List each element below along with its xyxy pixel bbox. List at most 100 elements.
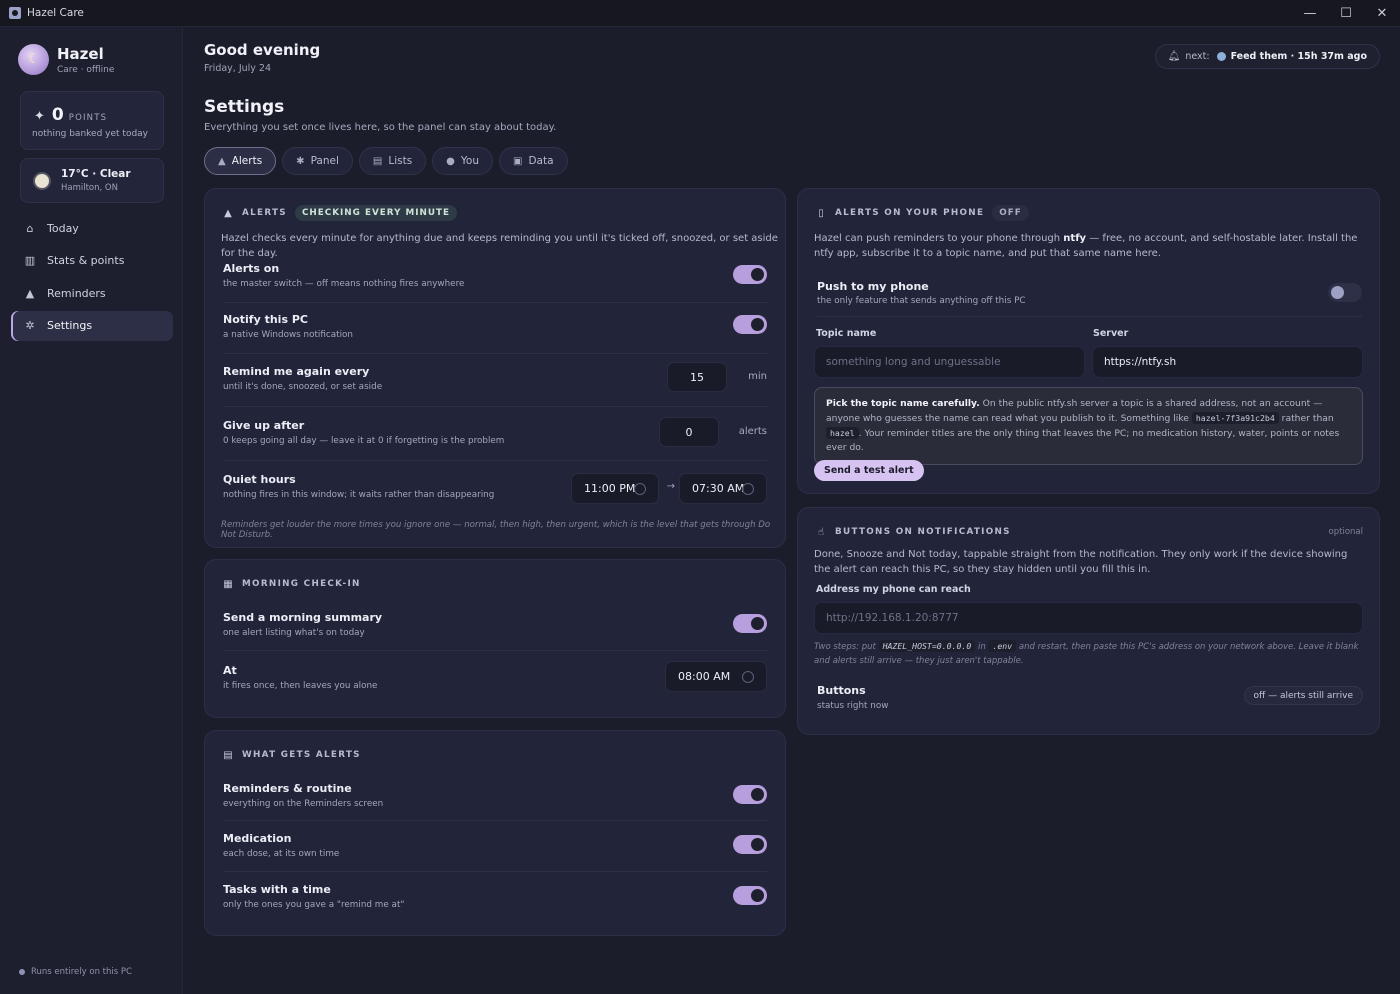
next-task: Feed them · 15h 37m ago — [1230, 51, 1367, 62]
tab-alerts[interactable]: ▲ Alerts — [204, 147, 277, 175]
quiet-start-input[interactable]: 11:00 PM — [571, 473, 659, 504]
send-test-alert-button[interactable]: Send a test alert — [814, 460, 924, 481]
setting-label: At — [223, 664, 237, 677]
setting-label: Medication — [223, 832, 292, 845]
window-controls: — ☐ ✕ — [1292, 0, 1400, 27]
setting-label: Remind me again every — [223, 365, 370, 378]
sidebar-item-label: Reminders — [47, 286, 106, 300]
notify-pc-toggle[interactable] — [733, 315, 767, 334]
hint-text: in — [975, 642, 989, 652]
setting-remind-interval: Remind me again every until it's done, s… — [223, 354, 767, 407]
setting-morning-summary: Send a morning summary one alert listing… — [223, 601, 767, 651]
weather-location: Hamilton, ON — [61, 183, 118, 193]
page-title: Settings — [204, 97, 285, 117]
tab-label: You — [460, 155, 480, 167]
points-label: POINTS — [68, 113, 108, 123]
list-icon: ▤ — [372, 155, 383, 167]
minimize-button[interactable]: — — [1292, 0, 1328, 27]
warning-text: rather than — [1278, 413, 1334, 424]
card-title: WHAT GETS ALERTS — [242, 750, 361, 760]
tab-panel[interactable]: ✱ Panel — [282, 147, 353, 175]
unit-label: alerts — [738, 426, 767, 437]
setting-medication: Medication each dose, at its own time — [223, 821, 767, 872]
points-value: 0 — [51, 105, 64, 125]
code-example: .env — [988, 640, 1017, 652]
settings-tabs: ▲ Alerts ✱ Panel ▤ Lists ● You ▣ Data — [204, 147, 574, 175]
chart-icon: ▥ — [24, 254, 36, 267]
unit-label: min — [748, 371, 767, 382]
buttons-status-label: Buttons — [817, 684, 866, 697]
setting-sub: a native Windows notification — [223, 330, 353, 340]
push-phone-toggle[interactable] — [1328, 283, 1362, 302]
reminders-routine-toggle[interactable] — [733, 785, 767, 804]
tab-label: Data — [528, 155, 554, 167]
status-badge: CHECKING EVERY MINUTE — [294, 205, 458, 221]
sidebar-item-stats[interactable]: ▥ Stats & points — [11, 246, 173, 276]
setting-sub: only the ones you gave a "remind me at" — [223, 900, 405, 910]
quiet-end-input[interactable]: 07:30 AM — [679, 473, 767, 504]
card-title: ALERTS ON YOUR PHONE — [835, 208, 985, 218]
sidebar-item-reminders[interactable]: ▲ Reminders — [11, 278, 173, 308]
topic-input[interactable] — [814, 346, 1085, 378]
topic-warning: Pick the topic name carefully. On the pu… — [814, 387, 1363, 465]
alerts-footnote: Reminders get louder the more times you … — [221, 520, 771, 540]
setting-reminders-routine: Reminders & routine everything on the Re… — [223, 771, 767, 821]
morning-time-input[interactable]: 08:00 AM — [665, 661, 767, 692]
avatar — [18, 44, 49, 75]
tab-lists[interactable]: ▤ Lists — [358, 147, 427, 175]
setting-label: Alerts on — [223, 262, 280, 275]
lock-icon: ▣ — [513, 155, 523, 167]
main-content: Good evening Friday, July 24 🔔︎ next: Fe… — [184, 27, 1400, 994]
server-input[interactable] — [1092, 346, 1363, 378]
setting-sub: the master switch — off means nothing fi… — [223, 279, 465, 289]
desc-text: Hazel can push reminders to your phone t… — [814, 233, 1064, 244]
notification-buttons-card: ☝ BUTTONS ON NOTIFICATIONS optional Done… — [797, 507, 1380, 735]
clock-icon — [742, 483, 754, 495]
sun-icon: ▦ — [223, 578, 233, 590]
maximize-button[interactable]: ☐ — [1328, 0, 1364, 27]
buttons-status-sub: status right now — [817, 701, 889, 711]
footer-text: Runs entirely on this PC — [31, 967, 132, 977]
sidebar-item-settings[interactable]: ✲ Settings — [11, 310, 173, 341]
time-value: 11:00 PM — [584, 482, 636, 495]
bell-icon: ▲ — [218, 155, 226, 167]
alerts-card: ▲ ALERTS CHECKING EVERY MINUTE Hazel che… — [204, 188, 786, 548]
warning-bold: Pick the topic name carefully. — [826, 398, 980, 409]
setting-sub: nothing fires in this window; it waits r… — [223, 490, 495, 500]
sparkle-icon: ✱ — [296, 155, 305, 167]
server-label: Server — [1093, 328, 1129, 339]
tab-label: Lists — [388, 155, 413, 167]
code-example: hazel-7f3a91c2b4 — [1191, 412, 1279, 424]
card-description: Hazel can push reminders to your phone t… — [814, 232, 1363, 261]
setting-alerts-on: Alerts on the master switch — off means … — [223, 253, 767, 303]
medication-toggle[interactable] — [733, 835, 767, 854]
buttons-status-pill: off — alerts still arrive — [1243, 686, 1363, 705]
setting-quiet-hours: Quiet hours nothing fires in this window… — [223, 461, 767, 516]
tab-data[interactable]: ▣ Data — [499, 147, 568, 175]
next-reminder-pill[interactable]: 🔔︎ next: Feed them · 15h 37m ago — [1154, 44, 1380, 69]
hint-text: Two steps: put — [814, 642, 879, 652]
setting-sub: the only feature that sends anything off… — [817, 296, 1026, 306]
title-bar: Hazel Care — ☐ ✕ — [0, 0, 1400, 27]
sidebar-item-today[interactable]: ⌂ Today — [11, 213, 173, 243]
setting-push-phone: Push to my phone the only feature that s… — [817, 275, 1362, 317]
alerts-on-toggle[interactable] — [733, 265, 767, 284]
morning-summary-toggle[interactable] — [733, 614, 767, 633]
page-subtitle: Everything you set once lives here, so t… — [204, 122, 557, 133]
setting-sub: it fires once, then leaves you alone — [223, 681, 378, 691]
remind-interval-input[interactable] — [667, 362, 727, 392]
setting-sub: everything on the Reminders screen — [223, 799, 384, 809]
status-badge: OFF — [992, 205, 1029, 221]
setting-notify-pc: Notify this PC a native Windows notifica… — [223, 303, 767, 354]
sparkle-icon: ✦ — [34, 109, 45, 124]
bell-icon: ▲ — [25, 286, 35, 300]
address-input[interactable] — [814, 602, 1363, 634]
warning-text: . Your reminder titles are the only thin… — [826, 428, 1340, 453]
close-button[interactable]: ✕ — [1364, 0, 1400, 27]
give-up-input[interactable] — [659, 417, 719, 447]
tab-you[interactable]: ● You — [432, 147, 494, 175]
optional-label: optional — [1328, 527, 1363, 537]
tab-label: Panel — [310, 155, 339, 167]
timed-tasks-toggle[interactable] — [733, 886, 767, 905]
points-sub: nothing banked yet today — [32, 129, 148, 139]
